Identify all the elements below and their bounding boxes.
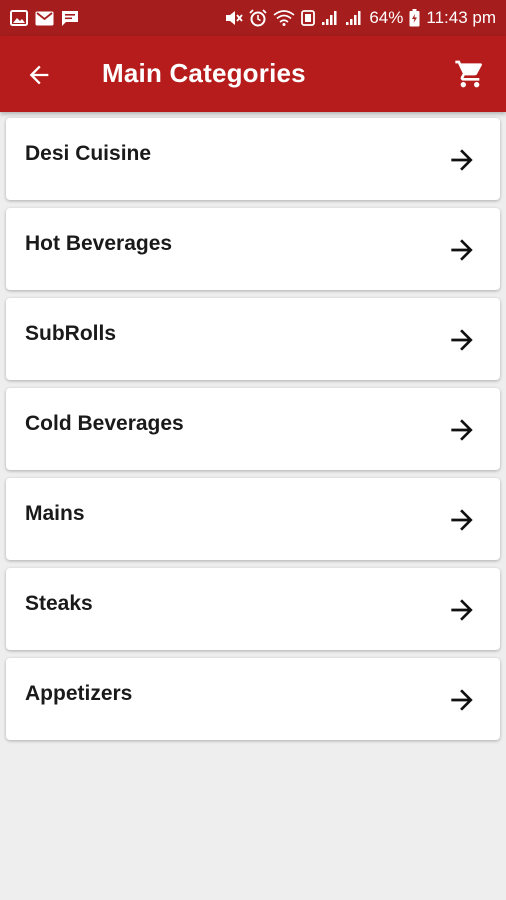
- status-bar: 64% 11:43 pm: [0, 0, 506, 36]
- clock: 11:43 pm: [426, 8, 496, 27]
- category-label: Hot Beverages: [25, 232, 173, 255]
- battery-icon: [409, 9, 420, 27]
- arrow-forward-icon: [451, 149, 473, 171]
- category-label: SubRolls: [25, 322, 117, 345]
- arrow-forward-icon: [451, 419, 473, 441]
- battery-percent: 64%: [369, 8, 404, 27]
- mute-icon: [225, 10, 244, 26]
- arrow-forward-icon: [451, 509, 473, 531]
- message-icon: [61, 10, 79, 27]
- app-bar: Main Categories: [0, 36, 506, 112]
- category-item-desi-cuisine[interactable]: Desi Cuisine: [6, 118, 500, 200]
- signal-1-icon: [321, 10, 339, 26]
- category-label: Desi Cuisine: [25, 142, 152, 165]
- category-list: Desi Cuisine Hot Beverages SubRolls Cold…: [6, 118, 500, 748]
- system-indicators: 64% 11:43 pm: [225, 8, 496, 28]
- alarm-icon: [249, 9, 267, 27]
- data-icon: [301, 10, 316, 26]
- image-icon: [10, 10, 28, 26]
- category-item-hot-beverages[interactable]: Hot Beverages: [6, 208, 500, 290]
- category-label: Appetizers: [25, 682, 133, 705]
- arrow-forward-icon: [451, 239, 473, 261]
- notification-icons: [10, 10, 79, 27]
- cart-button[interactable]: [452, 56, 488, 92]
- signal-2-icon: [345, 10, 363, 26]
- category-item-steaks[interactable]: Steaks: [6, 568, 500, 650]
- category-item-appetizers[interactable]: Appetizers: [6, 658, 500, 740]
- back-button[interactable]: [22, 58, 56, 92]
- category-item-cold-beverages[interactable]: Cold Beverages: [6, 388, 500, 470]
- arrow-forward-icon: [451, 689, 473, 711]
- shopping-cart-icon: [455, 60, 483, 88]
- wifi-icon: [273, 10, 295, 26]
- category-label: Steaks: [25, 592, 93, 615]
- page-title: Main Categories: [102, 58, 306, 88]
- category-label: Cold Beverages: [25, 412, 184, 435]
- category-item-subrolls[interactable]: SubRolls: [6, 298, 500, 380]
- arrow-back-icon: [29, 65, 49, 85]
- mail-icon: [35, 11, 54, 26]
- category-item-mains[interactable]: Mains: [6, 478, 500, 560]
- category-label: Mains: [25, 502, 85, 525]
- arrow-forward-icon: [451, 599, 473, 621]
- arrow-forward-icon: [451, 329, 473, 351]
